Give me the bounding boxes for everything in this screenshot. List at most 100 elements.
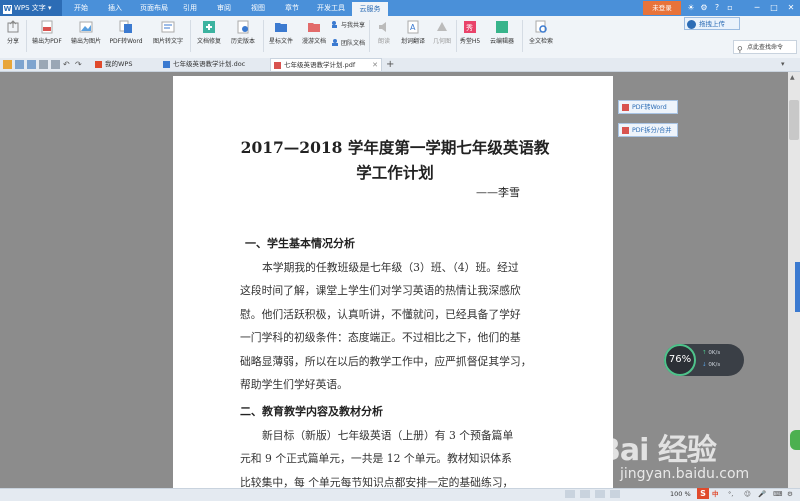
assistant-tab[interactable] xyxy=(790,430,800,450)
team-icon xyxy=(332,39,338,46)
doc-title-line1: 2017—2018 学年度第一学期七年级英语教 xyxy=(240,138,550,157)
open-file-icon[interactable] xyxy=(15,60,24,69)
share-icon xyxy=(7,20,19,33)
search-icon: ⚲ xyxy=(737,45,743,54)
tab-view[interactable]: 视图 xyxy=(244,0,272,16)
help-icon[interactable]: ? xyxy=(712,3,722,13)
pdf-to-word-side-label: PDF转Word xyxy=(632,104,667,111)
upload-arrow-icon: ↑ xyxy=(702,350,707,356)
fulltext-search-button[interactable]: 全文检索 xyxy=(524,20,558,54)
settings-icon[interactable]: ⚙ xyxy=(699,3,709,13)
tab-doc-file[interactable]: 七年级英语教学计划.doc xyxy=(160,58,268,71)
starred-files-button[interactable]: 星标文件 xyxy=(265,20,297,54)
minimize-icon[interactable]: ─ xyxy=(752,3,762,13)
save-icon[interactable] xyxy=(27,60,36,69)
team-docs-button[interactable]: 团队文档 xyxy=(331,38,365,48)
section1-paragraph: 本学期我的任教班级是七年级（3）班、（4）班。经过 这段时间了解，课堂上学生们对… xyxy=(240,256,570,396)
geometry-icon xyxy=(437,22,447,31)
tab-pdf-file[interactable]: 七年级英语教学计划.pdf ✕ xyxy=(270,58,382,71)
read-aloud-button[interactable]: 朗读 xyxy=(372,20,396,54)
tab-list-icon[interactable]: ▾ xyxy=(781,60,785,68)
history-icon xyxy=(237,20,249,34)
drag-upload-button[interactable]: 拖拽上传 xyxy=(684,17,740,30)
pdf-split-merge-button[interactable]: PDF拆分/合并 xyxy=(618,123,678,137)
memory-usage-circle: 76% xyxy=(664,344,696,376)
image-export-icon xyxy=(79,21,93,33)
geometry-button[interactable]: 几何图 xyxy=(430,20,454,54)
ime-mic-icon[interactable]: 🎤 xyxy=(758,488,766,500)
ime-keyboard-icon[interactable]: ⌨ xyxy=(773,488,782,500)
pdf-to-word-label: PDF转Word xyxy=(109,38,143,45)
tab-developer[interactable]: 开发工具 xyxy=(311,0,351,16)
tab-review[interactable]: 审阅 xyxy=(210,0,238,16)
upload-speed-row: ↑ 0K/s xyxy=(702,350,720,356)
share-label: 分享 xyxy=(6,38,19,45)
ime-punct-icon[interactable]: °, xyxy=(728,488,733,500)
restore-icon[interactable]: ▫ xyxy=(725,3,735,13)
ime-logo-icon[interactable]: S xyxy=(697,488,709,499)
command-search-placeholder: 点此查找命令 xyxy=(747,44,784,51)
paragraph-line: 元和 9 个正式篇单元，一共是 12 个单元。教材知识体系 xyxy=(240,452,512,466)
login-button[interactable]: 未登录 xyxy=(643,1,681,15)
ime-emoji-icon[interactable]: ☺ xyxy=(744,488,751,500)
scroll-up-icon[interactable]: ▲ xyxy=(790,74,795,81)
view-mode-icon[interactable] xyxy=(610,490,620,498)
xiuke-icon: 秀 xyxy=(464,21,476,33)
maximize-icon[interactable]: □ xyxy=(769,3,779,13)
new-tab-icon[interactable]: + xyxy=(386,58,394,71)
image-to-text-label: 图片转文字 xyxy=(152,38,183,45)
close-tab-icon[interactable]: ✕ xyxy=(372,59,378,72)
doc-repair-button[interactable]: 文档修复 xyxy=(192,20,226,54)
tab-my-wps[interactable]: 我的WPS xyxy=(92,58,156,71)
history-button[interactable]: 历史版本 xyxy=(227,20,259,54)
tab-page-layout[interactable]: 页面布局 xyxy=(134,0,174,16)
tab-insert[interactable]: 插入 xyxy=(100,0,130,16)
ime-mode[interactable]: 中 xyxy=(712,488,719,500)
preview-icon[interactable] xyxy=(51,60,60,69)
speaker-icon xyxy=(379,22,386,32)
view-mode-icon[interactable] xyxy=(595,490,605,498)
zoom-level[interactable]: 100 % xyxy=(670,488,691,500)
close-icon[interactable]: ✕ xyxy=(786,3,796,13)
pdf-to-word-side-button[interactable]: PDF转Word xyxy=(618,100,678,114)
side-panel-toggle[interactable] xyxy=(795,262,800,312)
xiuke-h5-button[interactable]: 秀 秀堂H5 xyxy=(457,20,483,54)
separator xyxy=(522,20,523,52)
download-arrow-icon: ↓ xyxy=(702,362,707,368)
tab-my-wps-label: 我的WPS xyxy=(105,60,133,68)
roaming-docs-label: 漫游文档 xyxy=(301,38,326,45)
tab-home[interactable]: 开始 xyxy=(66,0,96,16)
app-menu-button[interactable]: W WPS 文字 ▾ xyxy=(0,0,62,16)
redo-icon[interactable]: ↷ xyxy=(75,60,84,69)
cloud-editor-label: 云编辑器 xyxy=(489,38,514,45)
tab-chapter[interactable]: 章节 xyxy=(278,0,306,16)
upload-speed: 0K/s xyxy=(708,350,721,356)
ime-settings-icon[interactable]: ⚙ xyxy=(787,488,793,500)
view-mode-icon[interactable] xyxy=(565,490,575,498)
cloud-editor-button[interactable]: 云编辑器 xyxy=(485,20,519,54)
translate-button[interactable]: A 划词翻译 xyxy=(397,20,429,54)
export-image-button[interactable]: 输出为图片 xyxy=(67,20,105,54)
view-mode-icon[interactable] xyxy=(580,490,590,498)
print-icon[interactable] xyxy=(39,60,48,69)
image-to-text-icon xyxy=(161,21,175,33)
export-pdf-button[interactable]: 输出为PDF xyxy=(28,20,66,54)
undo-icon[interactable]: ↶ xyxy=(63,60,72,69)
roaming-docs-button[interactable]: 漫游文档 xyxy=(298,20,330,54)
scrollbar-thumb[interactable] xyxy=(789,100,799,140)
baidu-watermark-url: jingyan.baidu.com xyxy=(620,466,750,482)
read-aloud-label: 朗读 xyxy=(377,38,390,45)
download-speed: 0K/s xyxy=(708,362,721,368)
share-with-me-button[interactable]: 与我共享 xyxy=(331,20,365,30)
paragraph-line: 本学期我的任教班级是七年级（3）班、（4）班。经过 xyxy=(262,261,519,274)
image-to-text-button[interactable]: 图片转文字 xyxy=(148,20,188,54)
tab-references[interactable]: 引用 xyxy=(176,0,204,16)
word-doc-icon xyxy=(163,61,170,68)
new-file-icon[interactable] xyxy=(3,60,12,69)
pdf-to-word-button[interactable]: PDF转Word xyxy=(106,20,146,54)
share-button[interactable]: 分享 xyxy=(3,20,23,54)
repair-icon xyxy=(203,21,215,33)
skin-icon[interactable]: ☀ xyxy=(686,3,696,13)
tab-cloud-service[interactable]: 云服务 xyxy=(352,2,388,16)
command-search-input[interactable]: ⚲ 点此查找命令 xyxy=(733,40,797,54)
